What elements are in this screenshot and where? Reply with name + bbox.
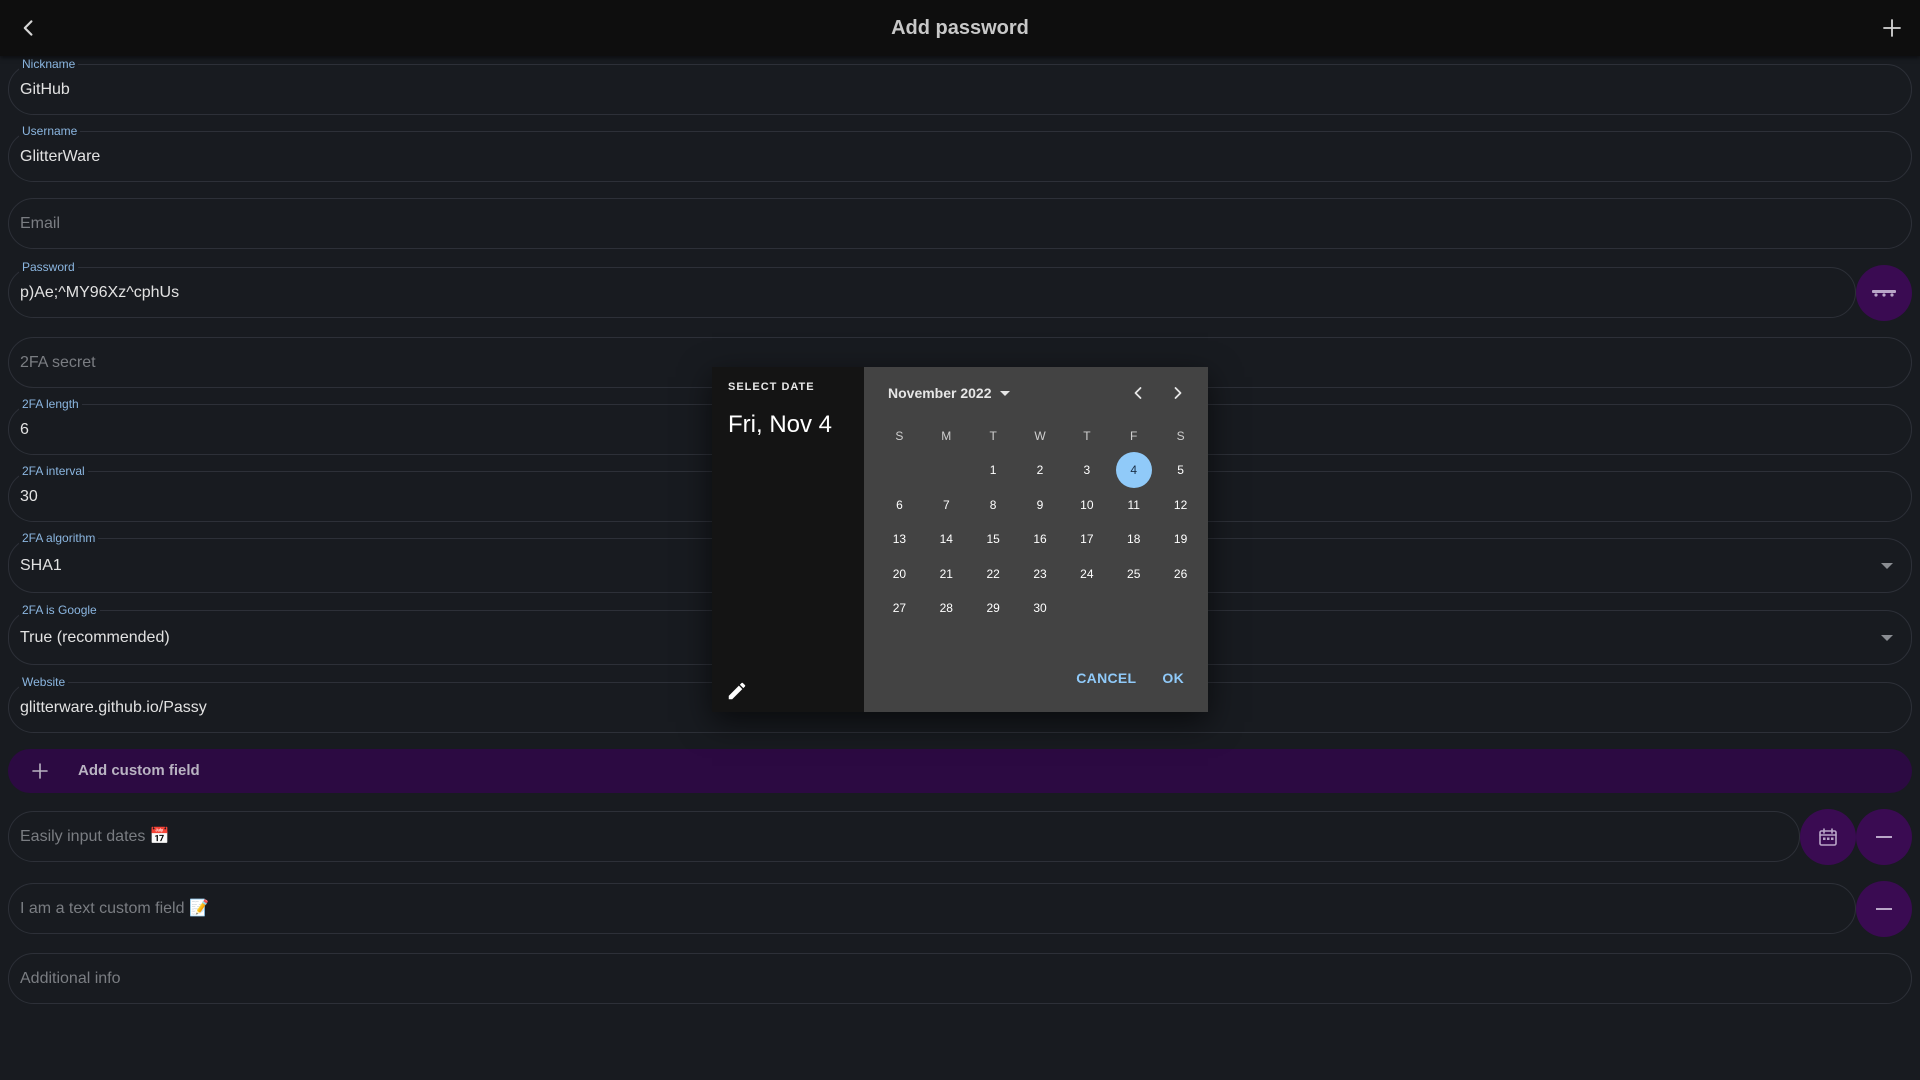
password-value: p)Ae;^MY96Xz^cphUs [20, 284, 180, 301]
add-custom-field-button[interactable]: Add custom field [8, 749, 1912, 793]
day-button[interactable]: 23 [1022, 556, 1058, 592]
previous-month-button[interactable] [1126, 381, 1150, 405]
weekday-label: T [989, 429, 997, 443]
twofa-interval-value: 30 [20, 488, 38, 505]
month-year-label: November 2022 [888, 385, 992, 401]
day-button[interactable]: 8 [975, 487, 1011, 523]
day-button[interactable]: 15 [975, 521, 1011, 557]
custom-date-field[interactable]: Easily input dates 📅 [8, 811, 1800, 862]
twofa-length-value: 6 [20, 421, 29, 438]
page-title: Add password [891, 17, 1029, 39]
day-button[interactable]: 19 [1163, 521, 1199, 557]
custom-text-placeholder: I am a text custom field 📝 [20, 900, 209, 917]
chevron-right-icon [1174, 387, 1182, 399]
select-date-label: SELECT DATE [728, 381, 815, 393]
pencil-icon [728, 682, 746, 700]
weekday-header-row: SMTWTFS [876, 429, 1204, 445]
day-button[interactable]: 5 [1163, 452, 1199, 488]
twofa-is-google-value: True (recommended) [20, 629, 170, 646]
plus-icon [26, 757, 54, 785]
day-button[interactable]: 29 [975, 590, 1011, 626]
cancel-button[interactable]: CANCEL [1068, 662, 1144, 694]
weekday-label: F [1130, 429, 1138, 443]
dialog-actions: CANCEL OK [1068, 662, 1192, 694]
next-month-button[interactable] [1166, 381, 1190, 405]
date-picker-calendar: November 2022 SMTWTFS 1 2 3 4 5 6 7 8 9 10 11 12 13 1… [864, 367, 1208, 712]
day-button[interactable]: 20 [881, 556, 917, 592]
day-button[interactable]: 26 [1163, 556, 1199, 592]
app-bar: Add password [0, 0, 1920, 56]
additional-info-placeholder: Additional info [20, 970, 121, 987]
selected-day-button[interactable]: 4 [1115, 452, 1152, 488]
add-custom-field-label: Add custom field [78, 762, 200, 779]
day-button[interactable]: 22 [975, 556, 1011, 592]
day-button[interactable]: 25 [1116, 556, 1152, 592]
email-field[interactable]: Email [8, 198, 1912, 249]
weekday-label: S [895, 429, 904, 443]
day-button[interactable]: 30 [1022, 590, 1058, 626]
dropdown-arrow-icon [1881, 563, 1893, 569]
day-button[interactable]: 12 [1163, 487, 1199, 523]
password-field[interactable]: Password p)Ae;^MY96Xz^cphUs [8, 260, 1856, 318]
weekday-label: S [1176, 429, 1185, 443]
day-button[interactable]: 27 [881, 590, 917, 626]
remove-text-field-button[interactable] [1856, 881, 1912, 937]
dropdown-arrow-icon [999, 390, 1010, 396]
twofa-algorithm-value: SHA1 [20, 557, 62, 574]
calendar-icon [1819, 828, 1837, 846]
generate-password-button[interactable] [1856, 265, 1912, 321]
minus-icon [1876, 836, 1892, 838]
weekday-label: M [941, 429, 952, 443]
day-button[interactable]: 6 [881, 487, 917, 523]
day-button[interactable]: 16 [1022, 521, 1058, 557]
custom-date-placeholder: Easily input dates 📅 [20, 828, 170, 845]
chevron-left-icon [1134, 387, 1142, 399]
additional-info-field[interactable]: Additional info [8, 953, 1912, 1004]
nickname-value: GitHub [20, 81, 70, 98]
day-button[interactable]: 14 [928, 521, 964, 557]
dropdown-arrow-icon [1881, 635, 1893, 641]
pick-date-button[interactable] [1800, 809, 1856, 865]
day-button[interactable]: 18 [1116, 521, 1152, 557]
day-button[interactable]: 17 [1069, 521, 1105, 557]
custom-text-field[interactable]: I am a text custom field 📝 [8, 883, 1856, 934]
day-button[interactable]: 2 [1022, 452, 1058, 488]
username-value: GlitterWare [20, 148, 101, 165]
day-button[interactable]: 13 [881, 521, 917, 557]
email-placeholder: Email [20, 215, 61, 232]
add-button[interactable] [1878, 14, 1906, 42]
weekday-label: W [1034, 429, 1046, 443]
day-button[interactable]: 3 [1069, 452, 1105, 488]
weekday-label: T [1083, 429, 1091, 443]
day-button[interactable]: 21 [928, 556, 964, 592]
day-button[interactable]: 10 [1069, 487, 1105, 523]
remove-date-field-button[interactable] [1856, 809, 1912, 865]
edit-date-button[interactable] [726, 680, 748, 702]
day-button[interactable]: 1 [975, 452, 1011, 488]
month-year-selector[interactable]: November 2022 [888, 383, 1010, 403]
day-button[interactable]: 11 [1116, 487, 1152, 523]
date-picker-dialog: SELECT DATE Fri, Nov 4 November 2022 S M T… [712, 367, 1208, 712]
minus-icon [1876, 908, 1892, 910]
day-button[interactable]: 9 [1022, 487, 1058, 523]
username-field[interactable]: Username GlitterWare [8, 124, 1912, 182]
day-button[interactable]: 7 [928, 487, 964, 523]
selected-date-display: Fri, Nov 4 [728, 411, 833, 438]
plus-icon [1883, 19, 1901, 37]
ok-button[interactable]: OK [1154, 662, 1192, 694]
more-horizontal-icon [1872, 290, 1896, 297]
nickname-field[interactable]: Nickname GitHub [8, 57, 1912, 115]
website-value: glitterware.github.io/Passy [20, 699, 207, 716]
day-button[interactable]: 28 [928, 590, 964, 626]
date-picker-header: SELECT DATE Fri, Nov 4 [712, 367, 864, 712]
twofa-secret-placeholder: 2FA secret [20, 354, 96, 371]
day-button[interactable]: 24 [1069, 556, 1105, 592]
